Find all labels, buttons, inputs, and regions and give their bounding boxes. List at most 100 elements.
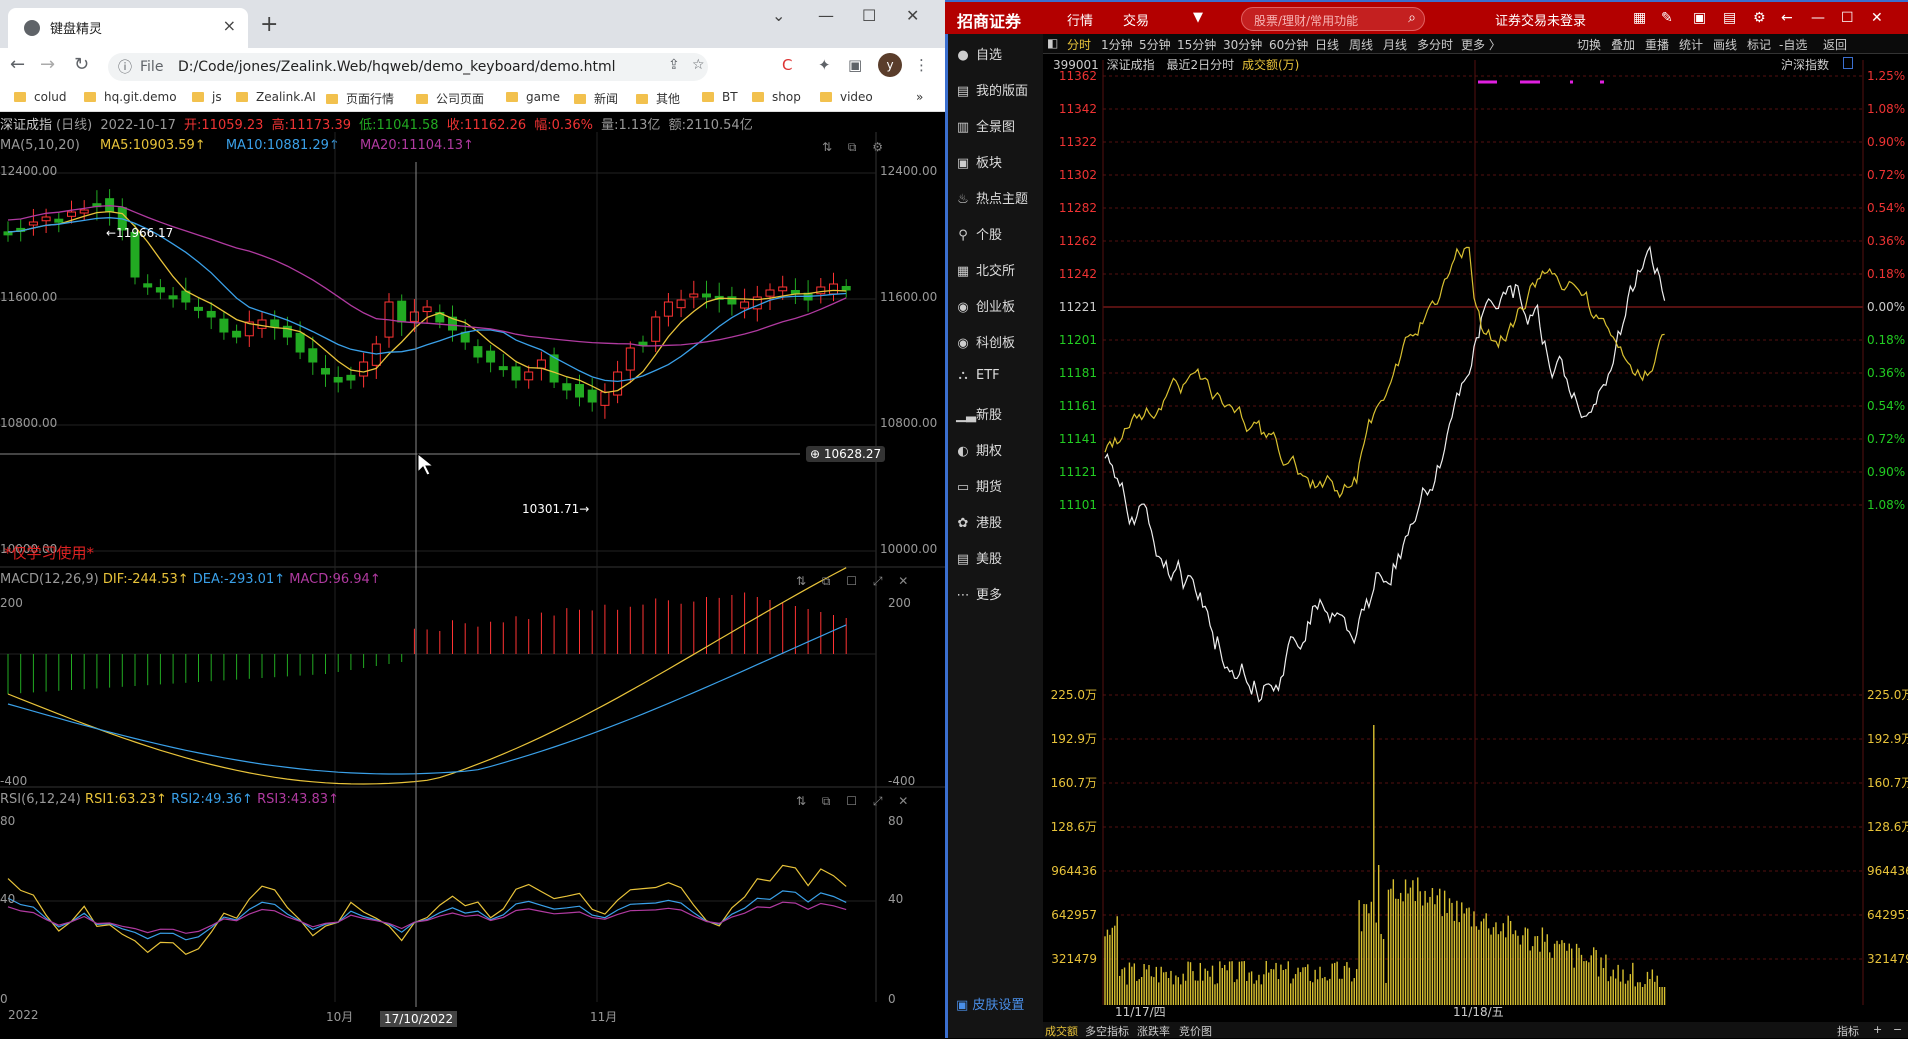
volume-tick: 192.9万 (1867, 732, 1908, 746)
candle-body (321, 368, 330, 375)
bookmark-folder[interactable]: video (820, 90, 873, 104)
bookmark-folder[interactable]: 新闻 (574, 90, 618, 107)
timeshare-chart-svg: 11362 1.25% 11342 1.08% 11322 0.90% 11302 0.72%… (1051, 60, 1908, 1019)
bookmark-folder[interactable]: 公司页面 (416, 90, 484, 107)
folder-icon (236, 92, 248, 102)
forward-icon[interactable]: → (40, 54, 55, 75)
candle-body (511, 366, 521, 381)
pct-tick: 0.90% (1867, 465, 1905, 479)
folder-icon (574, 94, 586, 104)
rsi-panel-icons[interactable]: ⇅ ⧉ ☐ ⤢ ✕ (796, 794, 914, 809)
candle-body (79, 209, 89, 214)
candle-body (486, 350, 496, 363)
volume-tick: 964436 (1051, 864, 1097, 878)
candle-body (638, 341, 648, 346)
candle-body (600, 391, 610, 406)
tab-advance-rate[interactable]: 涨跌率 (1137, 1023, 1170, 1039)
candle-body (168, 295, 178, 300)
bookmark-folder[interactable]: game (506, 90, 560, 104)
y-tick: 10800.00 (880, 416, 938, 430)
tab-search-icon[interactable]: ⌄ (772, 6, 785, 25)
crosshair-date-tag: 17/10/2022 (380, 1011, 458, 1027)
reload-icon[interactable]: ↻ (74, 54, 89, 75)
volume-tick: 321479 (1051, 952, 1097, 966)
share-icon[interactable]: ⇪ (668, 57, 680, 73)
extension-icon[interactable]: C (782, 56, 792, 74)
candle-body (740, 301, 750, 309)
bookmark-folder[interactable]: BT (702, 90, 738, 104)
volume-tick: 160.7万 (1867, 776, 1908, 790)
profile-avatar[interactable]: y (878, 53, 902, 77)
zoom-in-button[interactable]: + (1873, 1023, 1882, 1036)
pct-tick: 0.54% (1867, 201, 1905, 215)
tab-auction[interactable]: 竞价图 (1179, 1023, 1212, 1039)
candle-body (206, 310, 216, 318)
volume-tick: 642957 (1051, 908, 1097, 922)
volume-tick: 128.6万 (1867, 820, 1908, 834)
maximize-button[interactable]: ☐ (862, 6, 876, 25)
candle-body (257, 319, 267, 329)
globe-icon (24, 20, 40, 36)
pct-tick: 0.00% (1867, 300, 1905, 314)
bookmark-folder[interactable]: 其他 (636, 90, 680, 107)
volume-tick: 225.0万 (1051, 688, 1097, 702)
volume-tick: 321479 (1867, 952, 1908, 966)
pct-tick: 1.08% (1867, 102, 1905, 116)
close-tab-icon[interactable]: × (223, 16, 236, 35)
candle-body (625, 347, 635, 371)
price-tick: 11262 (1059, 234, 1097, 248)
crosshair-price-tag: ⊕ 10628.27 (806, 446, 886, 462)
bookmark-folder[interactable]: js (192, 90, 222, 104)
info-icon[interactable]: ⓘ (118, 57, 132, 77)
candle-body (346, 374, 356, 381)
y-tick: 11600.00 (0, 290, 58, 304)
price-tick: 11362 (1059, 69, 1097, 83)
new-tab-button[interactable]: + (260, 12, 278, 37)
average-price-line (1104, 246, 1665, 499)
bookmark-folder[interactable]: hq.git.demo (84, 90, 177, 104)
timeshare-axis-labels: 11362 1.25% 11342 1.08% 11322 0.90% 11302 0.72%… (1051, 69, 1908, 1019)
price-tick: 11161 (1059, 399, 1097, 413)
candle-body (498, 366, 508, 371)
y-tick: 12400.00 (880, 164, 938, 178)
star-icon[interactable]: ☆ (692, 57, 705, 73)
candle-body (524, 371, 534, 381)
sidepanel-icon[interactable]: ▣ (848, 56, 862, 74)
bookmark-folder[interactable]: shop (752, 90, 801, 104)
macd-marks (7, 567, 847, 785)
menu-icon[interactable]: ⋮ (914, 56, 929, 74)
folder-icon (752, 92, 764, 102)
url-text[interactable]: D:/Code/jones/Zealink.Web/hqweb/demo_key… (178, 59, 616, 75)
back-icon[interactable]: ← (10, 54, 25, 75)
x-label: 10月 (326, 1010, 354, 1024)
trading-app-window: 招商证券 行情 交易 ▼ 股票/理财/常用功能 ⌕ 证券交易未登录 ▦ ✎ ▣ … (945, 0, 1908, 1038)
minimize-button[interactable]: — (818, 6, 834, 25)
candle-body (422, 306, 432, 313)
candle-body (409, 311, 419, 322)
price-tick: 11242 (1059, 267, 1097, 281)
tab-long-short[interactable]: 多空指标 (1085, 1023, 1129, 1039)
indicator-button[interactable]: 指标 (1837, 1023, 1859, 1039)
browser-tab[interactable]: 键盘精灵 × (8, 8, 248, 48)
close-window-button[interactable]: ✕ (906, 6, 919, 25)
bookmarks-overflow-icon[interactable]: » (916, 90, 923, 104)
macd-y-tick: -400 (888, 774, 916, 788)
bookmark-folder[interactable]: colud (14, 90, 67, 104)
address-bar[interactable]: ⓘ File D:/Code/jones/Zealink.Web/hqweb/d… (108, 53, 708, 81)
puzzle-icon[interactable]: ✦ (818, 56, 831, 74)
tab-amount[interactable]: 成交额 (1045, 1023, 1078, 1039)
zoom-out-button[interactable]: − (1893, 1023, 1902, 1036)
bookmark-folder[interactable]: Zealink.AI (236, 90, 316, 104)
timeshare-grid (1102, 60, 1864, 1005)
candle-body (473, 346, 483, 358)
rsi2-line (7, 890, 847, 941)
candle-body (308, 348, 318, 363)
y-tick: 12400.00 (0, 164, 58, 178)
macd-panel-icons[interactable]: ⇅ ⧉ ☐ ⤢ ✕ (796, 574, 914, 589)
folder-icon (506, 92, 518, 102)
bookmark-folder[interactable]: 页面行情 (326, 90, 394, 107)
dif-line (7, 567, 847, 785)
folder-icon (14, 92, 26, 102)
candle-body (663, 301, 673, 317)
candle-body (295, 332, 305, 353)
